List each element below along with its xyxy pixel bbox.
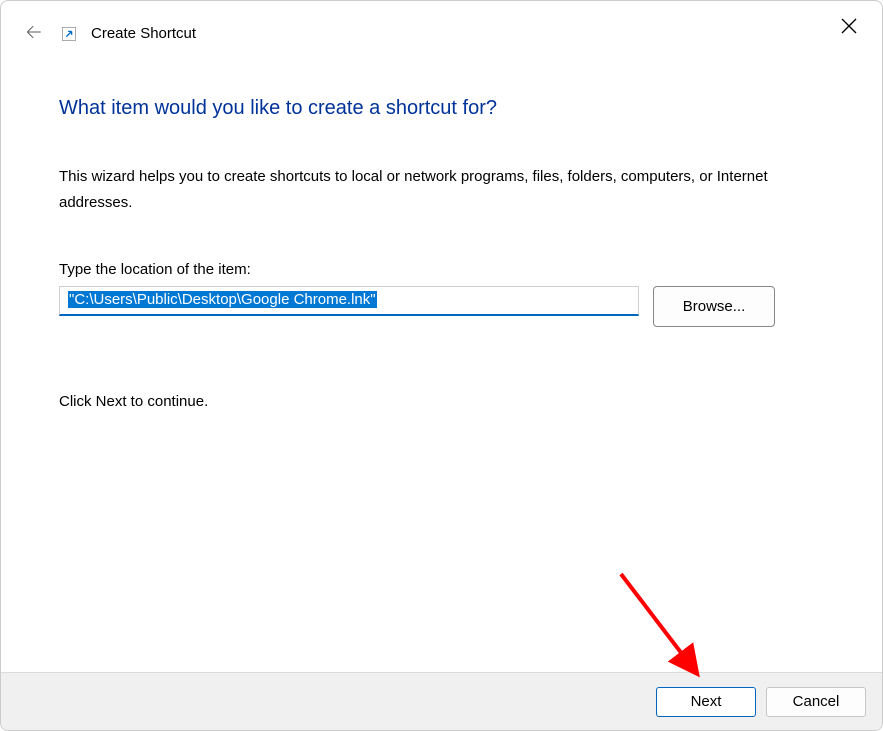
close-icon [841, 18, 857, 34]
create-shortcut-wizard: Create Shortcut What item would you like… [0, 0, 883, 731]
browse-button[interactable]: Browse... [653, 286, 775, 327]
back-button[interactable] [23, 21, 45, 43]
window-title: Create Shortcut [91, 25, 196, 42]
input-row: "C:\Users\Public\Desktop\Google Chrome.l… [59, 286, 824, 327]
close-button[interactable] [834, 11, 864, 41]
back-arrow-icon [24, 22, 44, 42]
wizard-footer: Next Cancel [1, 672, 882, 730]
cancel-button[interactable]: Cancel [766, 687, 866, 717]
wizard-content: What item would you like to create a sho… [1, 59, 882, 672]
next-button[interactable]: Next [656, 687, 756, 717]
page-heading: What item would you like to create a sho… [59, 97, 824, 120]
location-input-selection: "C:\Users\Public\Desktop\Google Chrome.l… [68, 291, 377, 308]
continue-instruction: Click Next to continue. [59, 393, 824, 410]
titlebar: Create Shortcut [1, 1, 882, 59]
wizard-description: This wizard helps you to create shortcut… [59, 164, 824, 215]
shortcut-icon [61, 26, 77, 42]
location-input[interactable]: "C:\Users\Public\Desktop\Google Chrome.l… [59, 286, 639, 316]
location-label: Type the location of the item: [59, 261, 824, 278]
